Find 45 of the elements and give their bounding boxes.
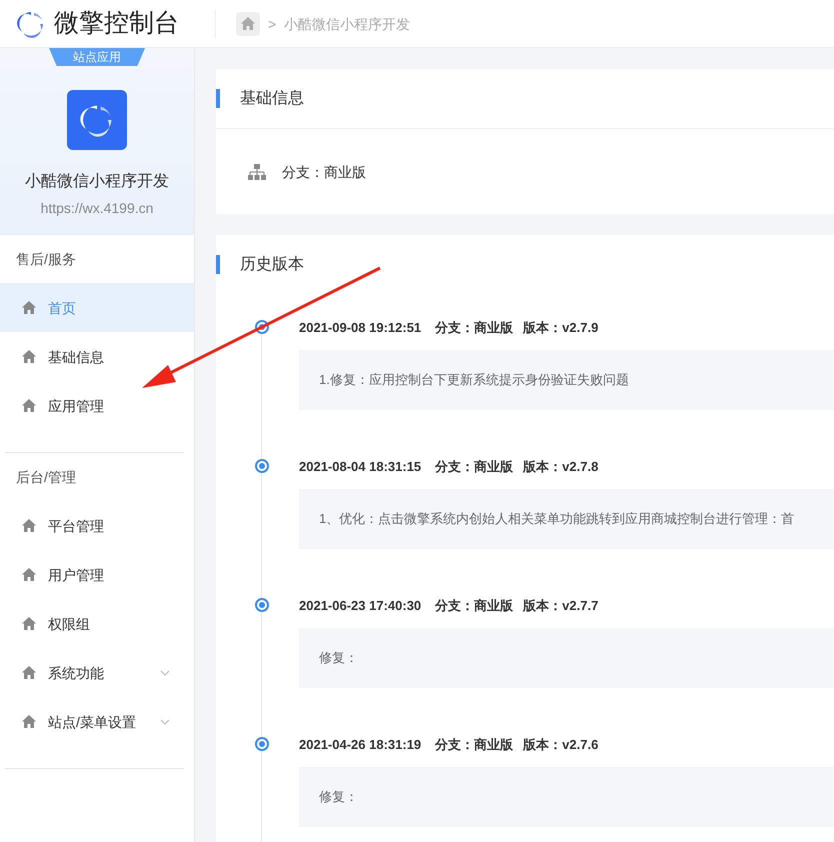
home-icon bbox=[22, 350, 36, 363]
home-icon bbox=[22, 301, 36, 314]
home-button[interactable] bbox=[236, 12, 260, 36]
home-icon bbox=[22, 617, 36, 630]
release-time: 2021-08-04 18:31:15 bbox=[299, 460, 422, 473]
nav-item[interactable]: 系统功能 bbox=[0, 648, 194, 697]
home-icon bbox=[22, 666, 36, 679]
release-branch: 分支：商业版 bbox=[435, 460, 514, 473]
release-branch: 分支：商业版 bbox=[435, 599, 514, 612]
home-icon bbox=[22, 568, 36, 581]
release-note: 1、优化：点击微擎系统内创始人相关菜单功能跳转到应用商城控制台进行管理：首 bbox=[299, 489, 834, 549]
brand-title: 微擎控制台 bbox=[54, 8, 179, 39]
breadcrumb-separator: > bbox=[268, 14, 276, 34]
home-icon bbox=[22, 519, 36, 532]
release-note: 修复： bbox=[299, 767, 834, 827]
nav-item[interactable]: 基础信息 bbox=[0, 332, 194, 381]
site-tag: 站点应用 bbox=[49, 48, 145, 66]
home-icon bbox=[22, 715, 36, 728]
card-title: 历史版本 bbox=[240, 254, 304, 275]
home-icon bbox=[241, 17, 255, 30]
chevron-down-icon bbox=[160, 718, 170, 724]
release-time: 2021-09-08 19:12:51 bbox=[299, 321, 422, 334]
nav-item[interactable]: 用户管理 bbox=[0, 550, 194, 599]
release-branch: 分支：商业版 bbox=[435, 321, 514, 334]
branch-text: 分支：商业版 bbox=[282, 162, 366, 182]
release-note: 1.修复：应用控制台下更新系统提示身份验证失败问题 bbox=[299, 350, 834, 410]
release-version: 版本：v2.7.8 bbox=[523, 460, 598, 473]
release-branch: 分支：商业版 bbox=[435, 738, 514, 751]
org-chart-icon bbox=[248, 164, 266, 180]
nav-item[interactable]: 站点/菜单设置 bbox=[0, 697, 194, 746]
release-version: 版本：v2.7.6 bbox=[523, 738, 598, 751]
release-time: 2021-06-23 17:40:30 bbox=[299, 599, 422, 612]
home-icon bbox=[22, 399, 36, 412]
card-title: 基础信息 bbox=[240, 88, 304, 108]
section-title: 后台/管理 bbox=[15, 468, 77, 487]
nav-item[interactable]: 权限组 bbox=[0, 599, 194, 648]
release-note: 修复： bbox=[299, 628, 834, 688]
release-time: 2021-04-26 18:31:19 bbox=[299, 738, 422, 751]
section-title: 售后/服务 bbox=[15, 250, 77, 269]
nav-item[interactable]: 应用管理 bbox=[0, 381, 194, 430]
site-name: 小酷微信小程序开发 bbox=[25, 172, 169, 192]
release-version: 版本：v2.7.9 bbox=[523, 321, 598, 334]
chevron-down-icon bbox=[160, 670, 170, 676]
nav-item[interactable]: 平台管理 bbox=[0, 501, 194, 550]
release-version: 版本：v2.7.7 bbox=[523, 599, 598, 612]
